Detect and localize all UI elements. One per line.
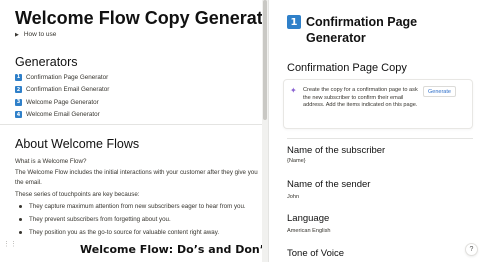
generator-link-label: Confirmation Email Generator — [26, 86, 110, 94]
about-question: What is a Welcome Flow? — [15, 158, 87, 165]
section-divider — [0, 124, 262, 125]
generate-button[interactable]: Generate — [423, 86, 456, 97]
bullet-icon — [19, 205, 22, 208]
number-2-icon: 2 — [15, 86, 22, 94]
bullet-icon — [19, 231, 22, 234]
field-value-subscriber[interactable]: {Name} — [287, 158, 306, 164]
number-1-icon: 1 — [287, 15, 301, 29]
generator-link-welcome-page[interactable]: 3 Welcome Page Generator — [15, 96, 109, 109]
generator-link-label: Welcome Email Generator — [26, 111, 100, 119]
how-to-use-label: How to use — [23, 31, 57, 38]
bullet-icon — [19, 218, 22, 221]
bullet-text: They position you as the go-to source fo… — [29, 229, 220, 236]
list-item: They position you as the go-to source fo… — [15, 226, 246, 239]
bullet-text: They capture maximum attention from new … — [29, 203, 246, 210]
ai-generate-card: ✦ Create the copy for a confirmation pag… — [283, 79, 473, 129]
generators-list: 1 Confirmation Page Generator 2 Confirma… — [15, 71, 109, 121]
document-pane: Welcome Flow Copy Generator ▶ How to use… — [0, 0, 262, 262]
page-title: Welcome Flow Copy Generator — [15, 8, 262, 28]
about-intro: The Welcome Flow includes the initial in… — [15, 169, 258, 186]
number-3-icon: 3 — [15, 98, 22, 106]
generator-link-welcome-email[interactable]: 4 Welcome Email Generator — [15, 109, 109, 122]
generator-panel: 1 Confirmation Page Generator Confirmati… — [269, 0, 480, 262]
about-touchpoints: These series of touchpoints are key beca… — [15, 191, 140, 198]
how-to-use-toggle[interactable]: ▶ How to use — [15, 31, 56, 38]
generator-link-label: Confirmation Page Generator — [26, 73, 109, 81]
panel-subtitle: Confirmation Page Copy — [287, 62, 407, 74]
generators-heading: Generators — [15, 55, 78, 69]
sparkle-icon: ✦ — [290, 86, 297, 95]
about-heading: About Welcome Flows — [15, 137, 140, 151]
field-label-subscriber: Name of the subscriber — [287, 145, 386, 156]
generate-description: Create the copy for a confirmation page … — [303, 87, 418, 109]
about-bullets: They capture maximum attention from new … — [15, 200, 246, 239]
dos-donts-heading: Welcome Flow: Do’s and Don’ts — [80, 243, 262, 256]
number-1-icon: 1 — [15, 73, 22, 81]
help-button[interactable]: ? — [465, 243, 478, 256]
field-label-tone: Tone of Voice — [287, 248, 345, 259]
generator-link-confirmation-page[interactable]: 1 Confirmation Page Generator — [15, 71, 109, 84]
list-item: They capture maximum attention from new … — [15, 200, 246, 213]
panel-title: Confirmation Page Generator — [306, 15, 418, 45]
triangle-right-icon[interactable]: ▶ — [15, 32, 19, 38]
panel-divider — [287, 138, 473, 139]
field-value-language[interactable]: American English — [287, 228, 331, 234]
generator-link-label: Welcome Page Generator — [26, 98, 99, 106]
number-4-icon: 4 — [15, 111, 22, 119]
list-item: They prevent subscribers from forgetting… — [15, 213, 246, 226]
field-value-sender[interactable]: John — [287, 194, 299, 200]
bullet-text: They prevent subscribers from forgetting… — [29, 216, 171, 223]
scrollbar-thumb[interactable] — [263, 0, 267, 120]
drag-handle-icon[interactable]: ⋮⋮ — [3, 240, 17, 248]
field-label-language: Language — [287, 213, 330, 224]
generator-link-confirmation-email[interactable]: 2 Confirmation Email Generator — [15, 84, 109, 97]
field-label-sender: Name of the sender — [287, 179, 371, 190]
